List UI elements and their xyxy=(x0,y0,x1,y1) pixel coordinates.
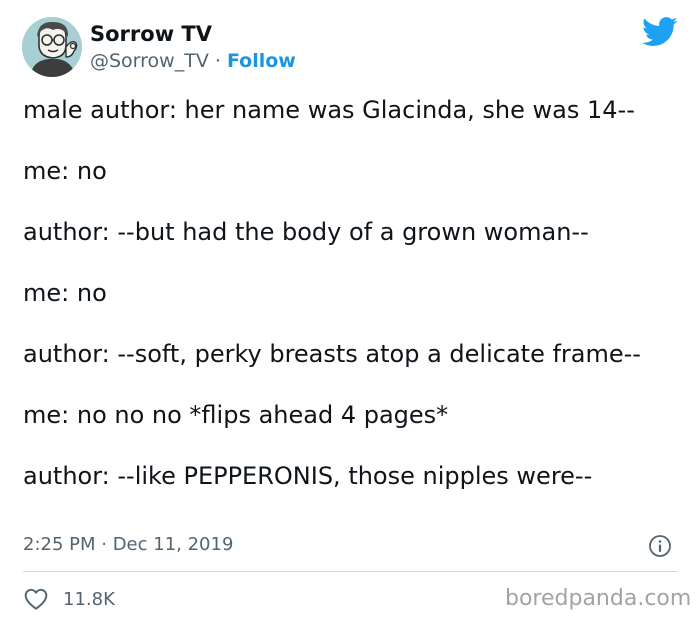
like-count: 11.8K xyxy=(63,588,115,610)
info-glyph xyxy=(649,535,671,557)
tweet-text: male author: her name was Glacinda, she … xyxy=(23,95,683,522)
tweet-line: me: no no no *flips ahead 4 pages* xyxy=(23,401,449,429)
divider xyxy=(23,571,678,572)
watermark: boredpanda.com xyxy=(505,586,692,611)
avatar-illustration xyxy=(22,17,82,77)
user-handle[interactable]: @Sorrow_TV xyxy=(90,50,209,72)
like-button[interactable]: 11.8K xyxy=(23,586,115,612)
twitter-bird-icon[interactable] xyxy=(642,17,678,47)
tweet-line: male author: her name was Glacinda, she … xyxy=(23,96,635,124)
tweet-line: me: no xyxy=(23,157,107,185)
follow-button[interactable]: Follow xyxy=(227,50,296,72)
tweet-card: Sorrow TV @Sorrow_TV · Follow male autho… xyxy=(0,0,700,624)
tweet-line: author: --soft, perky breasts atop a del… xyxy=(23,340,641,368)
avatar[interactable] xyxy=(22,17,82,77)
tweet-line: me: no xyxy=(23,279,107,307)
tweet-timestamp[interactable]: 2:25 PM · Dec 11, 2019 xyxy=(23,534,233,555)
info-icon[interactable] xyxy=(648,534,672,558)
handle-line: @Sorrow_TV · Follow xyxy=(90,50,296,72)
twitter-bird-glyph xyxy=(642,17,678,46)
display-name[interactable]: Sorrow TV xyxy=(90,22,212,46)
handle-separator: · xyxy=(208,50,227,72)
tweet-line: author: --but had the body of a grown wo… xyxy=(23,218,589,246)
heart-icon xyxy=(24,588,48,610)
tweet-line: author: --like PEPPERONIS, those nipples… xyxy=(23,462,593,490)
